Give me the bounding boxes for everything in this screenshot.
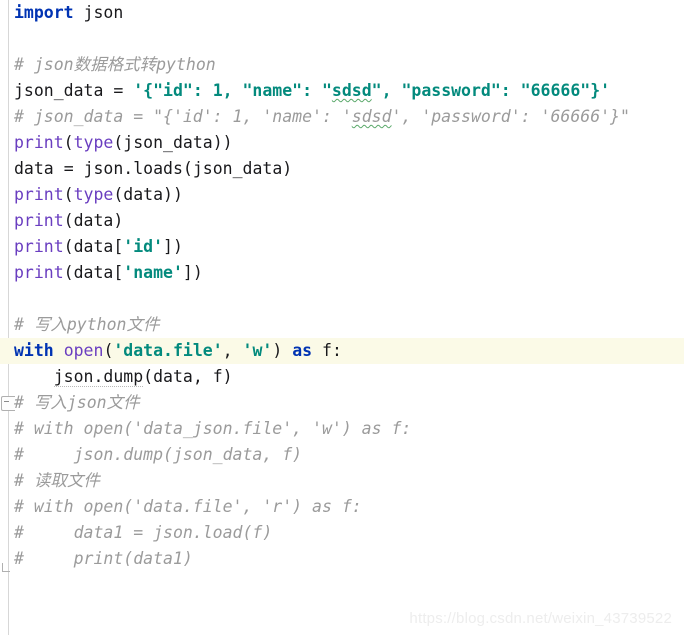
token-comment-16: # 写入json文件: [14, 393, 140, 412]
token-fn-print: print: [14, 133, 64, 152]
token-fn-type-8: type: [73, 185, 114, 204]
token-module-json: json: [83, 3, 124, 22]
token-key-id: 'id': [123, 237, 164, 256]
code-line-1[interactable]: import json: [0, 0, 684, 26]
token-comment-17: # with open('data_json.file', 'w') as f:: [14, 419, 412, 438]
token-arg-json-data: json_data: [123, 133, 213, 152]
token-fn-print-10: print: [14, 237, 64, 256]
code-line-6[interactable]: print(type(json_data)): [0, 130, 684, 156]
token-arg-data-10: data: [73, 237, 114, 256]
token-comment-20: # with open('data.file', 'r') as f:: [14, 497, 362, 516]
token-var-data: data: [14, 159, 54, 178]
code-line-13[interactable]: # 写入python文件: [0, 312, 684, 338]
code-line-16[interactable]: # 写入json文件: [0, 390, 684, 416]
code-line-4[interactable]: json_data = '{"id": 1, "name": "sdsd", "…: [0, 78, 684, 104]
code-line-7[interactable]: data = json.loads(json_data): [0, 156, 684, 182]
token-call-loads: json.loads: [83, 159, 183, 178]
token-arg-data-15: data: [153, 367, 193, 386]
token-keyword-with: with: [14, 341, 54, 360]
code-line-12[interactable]: [0, 286, 684, 312]
code-line-20[interactable]: # with open('data.file', 'r') as f:: [0, 494, 684, 520]
token-comment-19: # 读取文件: [14, 471, 100, 490]
token-comment-21: # data1 = json.load(f): [14, 523, 273, 542]
token-keyword-as: as: [292, 341, 313, 360]
token-arg-data-9: data: [73, 211, 114, 230]
token-op-assign: =: [113, 81, 124, 100]
token-arg-data-11: data: [73, 263, 114, 282]
token-key-name: 'name': [123, 263, 183, 282]
token-fn-print-9: print: [14, 211, 64, 230]
code-line-22[interactable]: # print(data1): [0, 546, 684, 572]
token-string-data-file: 'data.file': [113, 341, 223, 360]
token-arg-f-15: f: [212, 367, 223, 386]
code-line-9[interactable]: print(data): [0, 208, 684, 234]
token-fn-type: type: [73, 133, 114, 152]
token-comment-22: # print(data1): [14, 549, 193, 568]
code-lines[interactable]: import json # json数据格式转python json_data …: [0, 0, 684, 572]
token-arg-data-8: data: [123, 185, 164, 204]
code-line-2[interactable]: [0, 26, 684, 52]
code-line-21[interactable]: # data1 = json.load(f): [0, 520, 684, 546]
token-fn-print-8: print: [14, 185, 64, 204]
code-line-15[interactable]: json.dump(data, f): [0, 364, 684, 390]
token-comment-13: # 写入python文件: [14, 315, 160, 334]
token-var-f: f: [322, 341, 332, 360]
token-fn-open: open: [63, 341, 104, 360]
token-var-json-data: json_data: [14, 81, 104, 100]
code-editor[interactable]: import json # json数据格式转python json_data …: [0, 0, 684, 635]
code-line-17[interactable]: # with open('data_json.file', 'w') as f:: [0, 416, 684, 442]
code-line-18[interactable]: # json.dump(json_data, f): [0, 442, 684, 468]
token-comment-5: # json_data = "{'id': 1, 'name': 'sdsd',…: [14, 107, 630, 126]
code-line-14-current[interactable]: with open('data.file', 'w') as f:: [0, 338, 684, 364]
token-string-json-payload: '{"id": 1, "name": "sdsd", "password": "…: [133, 81, 611, 100]
code-line-5[interactable]: # json_data = "{'id': 1, 'name': 'sdsd',…: [0, 104, 684, 130]
token-call-dump: json.dump: [53, 367, 144, 387]
token-arg-json-data-7: json_data: [192, 159, 283, 178]
token-keyword-import: import: [14, 3, 74, 22]
token-fn-print-11: print: [14, 263, 64, 282]
token-string-mode-w: 'w': [242, 341, 273, 360]
code-line-8[interactable]: print(type(data)): [0, 182, 684, 208]
code-line-19[interactable]: # 读取文件: [0, 468, 684, 494]
token-comment-18: # json.dump(json_data, f): [14, 445, 303, 464]
token-comment-3: # json数据格式转python: [14, 55, 216, 74]
csdn-watermark: https://blog.csdn.net/weixin_43739522: [409, 610, 672, 627]
code-line-11[interactable]: print(data['name']): [0, 260, 684, 286]
code-line-10[interactable]: print(data['id']): [0, 234, 684, 260]
token-op-assign-7: =: [63, 159, 74, 178]
code-line-3[interactable]: # json数据格式转python: [0, 52, 684, 78]
